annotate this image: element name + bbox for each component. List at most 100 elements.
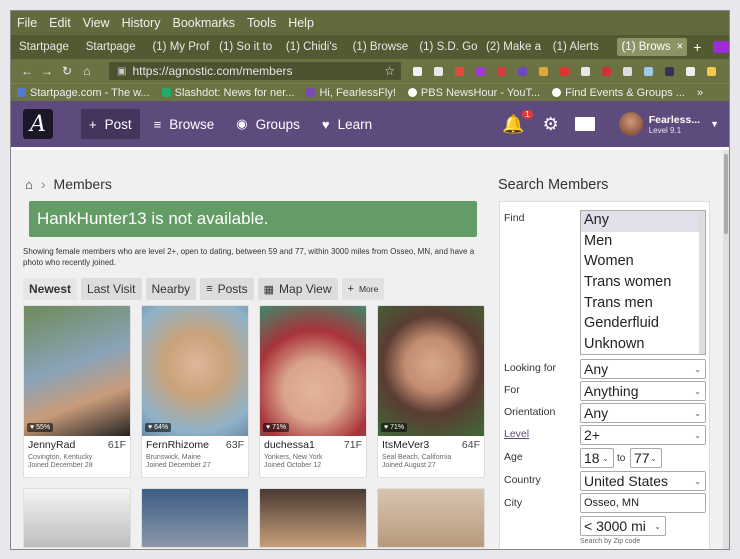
find-option[interactable]: Any [581, 211, 705, 232]
listbox-scrollbar[interactable] [699, 211, 705, 354]
menu-edit[interactable]: Edit [49, 16, 71, 30]
user-info[interactable]: Fearless... Level 9.1 [649, 114, 700, 135]
user-avatar[interactable] [618, 112, 643, 136]
find-option[interactable]: Unknown [581, 335, 705, 354]
chevron-down-icon[interactable]: ▼ [710, 119, 719, 129]
scrollbar-thumb[interactable] [724, 154, 728, 234]
extension-icon[interactable] [434, 66, 443, 76]
nav-post[interactable]: + Post [81, 109, 140, 139]
extension-icon[interactable] [602, 66, 611, 76]
extension-icon[interactable] [413, 66, 422, 76]
reload-icon[interactable]: ↻ [57, 64, 77, 78]
tab-last-visit[interactable]: Last Visit [81, 278, 142, 300]
distance-select[interactable]: < 3000 mi ⌄ [580, 516, 666, 536]
member-photo[interactable]: ♥ 71% [260, 306, 366, 436]
browser-tab[interactable]: (1) Browse [351, 41, 418, 53]
back-icon[interactable]: ← [17, 64, 37, 78]
member-card[interactable]: ♥ 64% FernRhizome 63F Brunswick, Maine Jo… [141, 305, 249, 478]
member-card[interactable]: ♥ 71% ItsMeVer3 64F Seal Beach, Californi… [377, 305, 485, 478]
bookmark-item[interactable]: Hi, FearlessFly! [306, 87, 396, 99]
orientation-select[interactable]: Any ⌄ [580, 403, 706, 423]
browser-tab[interactable]: (1) Chidi's [284, 41, 351, 53]
page-scrollbar[interactable] [723, 150, 729, 549]
browser-tab-active[interactable]: (1) Brows × [617, 38, 688, 56]
bookmark-item[interactable]: Slashdot: News for ner... [161, 87, 294, 99]
extension-icon[interactable] [497, 66, 506, 76]
find-option[interactable]: Genderfluid [581, 314, 705, 335]
menu-file[interactable]: File [17, 16, 37, 30]
for-select[interactable]: Anything ⌄ [580, 381, 706, 401]
member-card[interactable] [377, 488, 485, 548]
browser-tab[interactable]: (1) So it to [217, 41, 284, 53]
find-option[interactable]: Trans men [581, 294, 705, 315]
browser-tab[interactable]: (1) Alerts [551, 41, 618, 53]
member-photo[interactable]: ♥ 71% [378, 306, 484, 436]
extension-icon[interactable] [581, 66, 590, 76]
bookmark-item[interactable]: PBS NewsHour - YouT... [407, 87, 540, 99]
notifications-bell-icon[interactable]: 🔔 1 [502, 109, 533, 135]
close-tab-icon[interactable]: × [676, 41, 683, 53]
member-card[interactable] [141, 488, 249, 548]
find-option[interactable]: Trans women [581, 273, 705, 294]
browser-tab[interactable]: Startpage [17, 41, 84, 53]
extension-icon[interactable] [560, 66, 569, 76]
new-tab-button[interactable]: + [693, 39, 709, 55]
city-input[interactable]: Osseo, MN [580, 493, 706, 513]
member-name[interactable]: FernRhizome [146, 439, 209, 451]
extension-icon[interactable] [623, 66, 632, 76]
menu-help[interactable]: Help [288, 16, 314, 30]
member-name[interactable]: ItsMeVer3 [382, 439, 429, 451]
member-photo[interactable]: ♥ 64% [142, 306, 248, 436]
member-card[interactable] [23, 488, 131, 548]
browser-tab[interactable]: (1) S.D. Go [417, 41, 484, 53]
level-select[interactable]: 2+ ⌄ [580, 425, 706, 445]
extension-icon[interactable] [644, 66, 653, 76]
tab-map-view[interactable]: ▦ Map View [257, 278, 338, 300]
settings-gear-icon[interactable]: ⚙ [543, 114, 559, 135]
member-card[interactable]: ♥ 55% JennyRad 61F Covington, Kentucky Jo… [23, 305, 131, 478]
age-from-select[interactable]: 18 ⌄ [580, 448, 614, 468]
member-name[interactable]: duchessa1 [264, 439, 315, 451]
menu-view[interactable]: View [83, 16, 110, 30]
tab-more[interactable]: + More [341, 278, 385, 300]
extension-icon[interactable] [686, 66, 695, 76]
find-option[interactable]: Men [581, 232, 705, 253]
menu-history[interactable]: History [122, 16, 161, 30]
looking-for-select[interactable]: Any ⌄ [580, 359, 706, 379]
browser-tab[interactable]: (2) Make a [484, 41, 551, 53]
member-card[interactable] [259, 488, 367, 548]
extension-icon[interactable] [665, 66, 674, 76]
bookmarks-overflow-icon[interactable]: » [697, 87, 703, 99]
country-select[interactable]: United States ⌄ [580, 471, 706, 491]
extension-icon[interactable] [539, 66, 548, 76]
zip-code-link[interactable]: Search by Zip code [580, 538, 640, 545]
level-link[interactable]: Level [504, 428, 529, 440]
extension-icon[interactable] [518, 66, 527, 76]
menu-bookmarks[interactable]: Bookmarks [172, 16, 235, 30]
messages-mail-icon[interactable] [574, 117, 595, 131]
nav-learn[interactable]: ♥ Learn [314, 109, 380, 139]
extension-icon[interactable] [476, 66, 485, 76]
tab-nearby[interactable]: Nearby [145, 278, 197, 300]
age-to-select[interactable]: 77 ⌄ [630, 448, 662, 468]
forward-icon[interactable]: → [37, 64, 57, 78]
home-breadcrumb-icon[interactable]: ⌂ [25, 177, 33, 192]
member-name[interactable]: JennyRad [28, 439, 75, 451]
extension-icon[interactable] [455, 66, 464, 76]
bookmark-item[interactable]: Startpage.com - The w... [17, 87, 150, 99]
find-listbox[interactable]: Any Men Women Trans women Trans men Gend… [580, 210, 706, 355]
url-bar[interactable]: ▣ https://agnostic.com/members ☆ [109, 62, 401, 80]
browser-tab[interactable]: Startpage [84, 41, 151, 53]
extension-icon[interactable] [707, 66, 716, 76]
find-option[interactable]: Women [581, 252, 705, 273]
member-photo[interactable]: ♥ 55% [24, 306, 130, 436]
agnostic-logo[interactable]: A [23, 109, 53, 139]
member-card[interactable]: ♥ 71% duchessa1 71F Yonkers, New York Joi… [259, 305, 367, 478]
nav-browse[interactable]: ≡ Browse [146, 109, 223, 139]
bookmark-star-icon[interactable]: ☆ [384, 64, 395, 78]
tab-posts[interactable]: ≡ Posts [200, 278, 254, 300]
browser-tab[interactable]: (1) My Prof [150, 41, 217, 53]
menu-tools[interactable]: Tools [247, 16, 276, 30]
home-icon[interactable]: ⌂ [77, 64, 97, 78]
nav-groups[interactable]: ◉ Groups [228, 109, 308, 139]
